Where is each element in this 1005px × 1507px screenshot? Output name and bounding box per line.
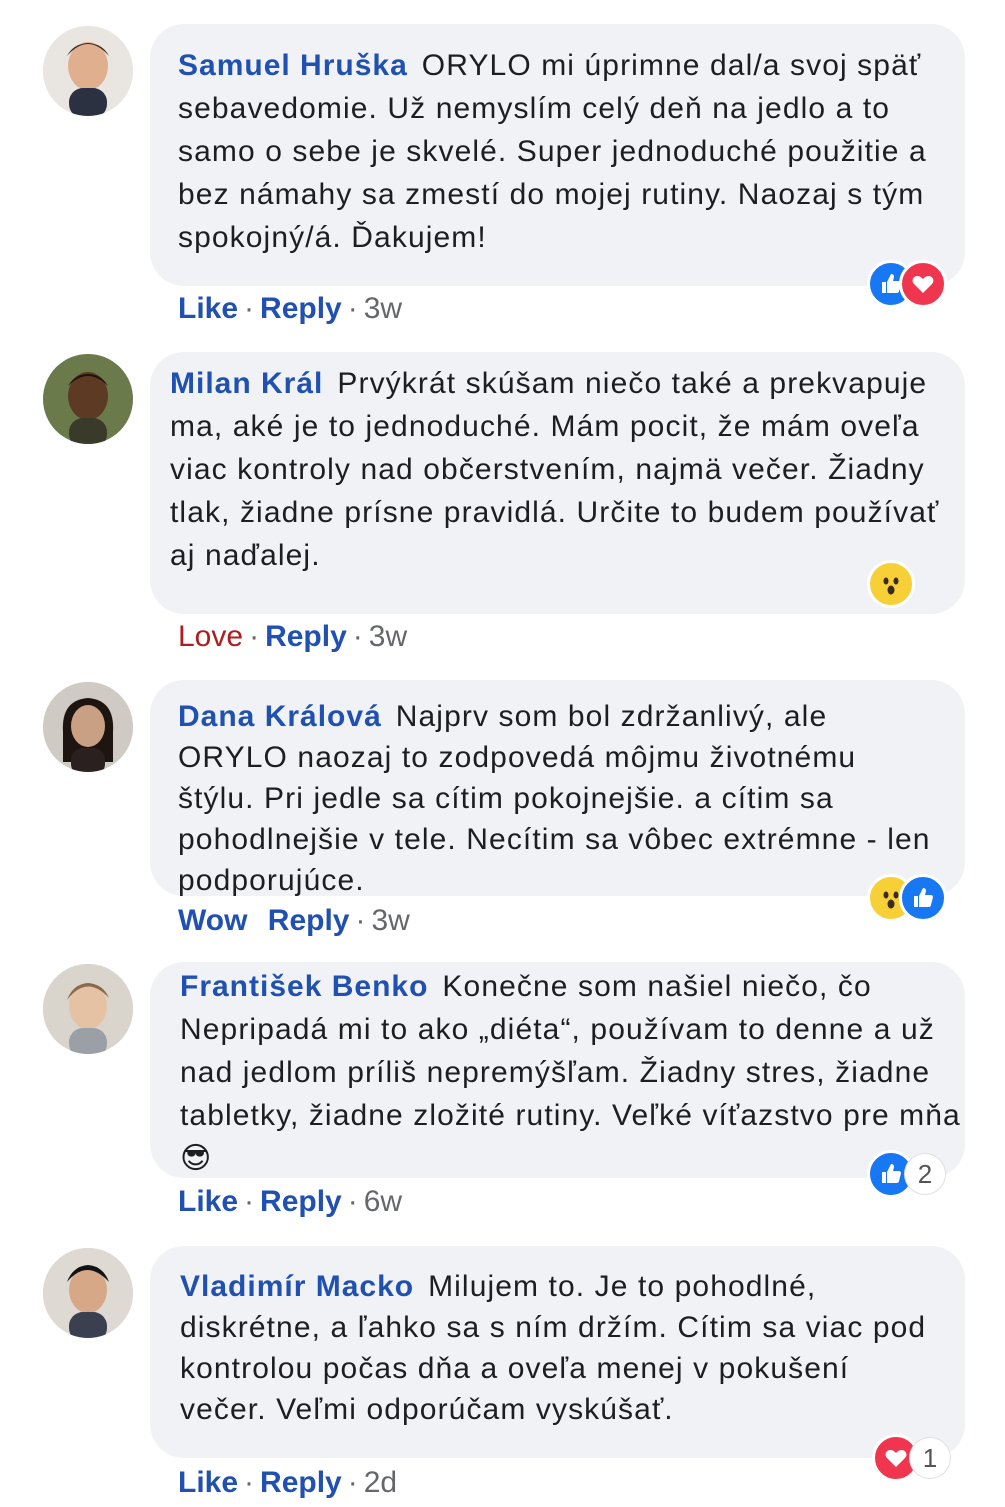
- separator: ·: [249, 620, 260, 653]
- comment-actions: Like · Reply · 6w: [178, 1185, 402, 1219]
- comment-actions: Like · Reply · 2d: [178, 1466, 397, 1500]
- comment-bubble: Dana Králová Najprv som bol zdržanlivý, a…: [150, 680, 965, 897]
- timestamp[interactable]: 6w: [364, 1185, 402, 1218]
- avatar[interactable]: [43, 682, 133, 772]
- reactions-summary[interactable]: 2: [867, 1150, 945, 1198]
- comment-author[interactable]: Samuel Hruška: [178, 49, 408, 82]
- separator: [253, 904, 261, 937]
- reactions-summary[interactable]: [867, 260, 947, 308]
- like-icon: [899, 874, 947, 922]
- comment-bubble: Samuel Hruška ORYLO mi úprimne dal/a svoj…: [150, 24, 965, 286]
- comment-actions: Like · Reply · 3w: [178, 292, 402, 326]
- reply-link[interactable]: Reply: [260, 1185, 342, 1218]
- love-icon: [899, 260, 947, 308]
- avatar[interactable]: [43, 354, 133, 444]
- reactions-summary[interactable]: 1: [872, 1434, 950, 1482]
- comment-author[interactable]: František Benko: [180, 970, 428, 1003]
- avatar[interactable]: [43, 26, 133, 116]
- separator: ·: [355, 904, 366, 937]
- wow-icon: [867, 560, 915, 608]
- reactions-summary[interactable]: [867, 874, 947, 922]
- comment-bubble: Vladimír Macko Milujem to. Je to pohodlné…: [150, 1246, 965, 1458]
- like-link[interactable]: Like: [178, 1185, 238, 1218]
- separator: ·: [352, 620, 363, 653]
- reply-link[interactable]: Reply: [268, 904, 350, 937]
- separator: ·: [347, 292, 358, 325]
- comment-bubble: Milan Král Prvýkrát skúšam niečo také a p…: [150, 352, 965, 614]
- reply-link[interactable]: Reply: [260, 292, 342, 325]
- like-link[interactable]: Like: [178, 1466, 238, 1499]
- timestamp[interactable]: 3w: [371, 904, 409, 937]
- separator: ·: [347, 1185, 358, 1218]
- comment-author[interactable]: Vladimír Macko: [180, 1270, 414, 1303]
- comment-author[interactable]: Milan Král: [170, 367, 323, 400]
- separator: ·: [244, 1185, 255, 1218]
- reply-link[interactable]: Reply: [265, 620, 347, 653]
- comment-author[interactable]: Dana Králová: [178, 700, 382, 733]
- reaction-count: 2: [905, 1154, 945, 1194]
- wow-link[interactable]: Wow: [178, 904, 247, 937]
- love-link[interactable]: Love: [178, 620, 243, 653]
- avatar[interactable]: [43, 1248, 133, 1338]
- like-link[interactable]: Like: [178, 292, 238, 325]
- timestamp[interactable]: 3w: [369, 620, 407, 653]
- comment-actions: Love · Reply · 3w: [178, 620, 407, 654]
- reactions-summary[interactable]: [867, 560, 915, 608]
- separator: ·: [347, 1466, 358, 1499]
- avatar[interactable]: [43, 964, 133, 1054]
- separator: ·: [244, 1466, 255, 1499]
- reaction-count: 1: [910, 1438, 950, 1478]
- comment-bubble: František Benko Konečne som našiel niečo,…: [150, 962, 965, 1178]
- timestamp[interactable]: 2d: [364, 1466, 397, 1499]
- reply-link[interactable]: Reply: [260, 1466, 342, 1499]
- separator: ·: [244, 292, 255, 325]
- comment-actions: Wow Reply · 3w: [178, 904, 410, 938]
- timestamp[interactable]: 3w: [364, 292, 402, 325]
